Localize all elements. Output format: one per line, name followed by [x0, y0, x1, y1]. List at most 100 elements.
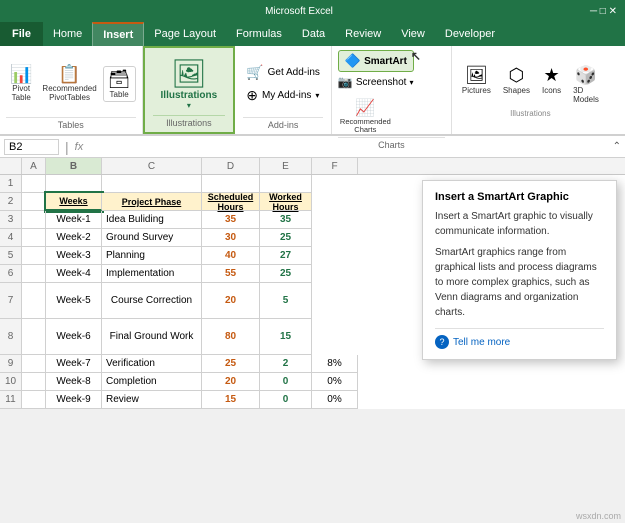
cell-A7[interactable]: [22, 283, 46, 319]
cell-E5[interactable]: 27: [260, 247, 312, 265]
cell-B2-weeks[interactable]: Weeks: [46, 193, 102, 211]
cell-B11[interactable]: Week-8: [46, 373, 102, 391]
3d-models-button[interactable]: 🎲 3DModels: [569, 63, 603, 106]
cell-F10[interactable]: 8%: [312, 355, 358, 373]
cell-E6[interactable]: 25: [260, 265, 312, 283]
cell-A2[interactable]: [22, 193, 46, 211]
formula-expand[interactable]: ⌃: [613, 141, 621, 152]
tab-view[interactable]: View: [391, 22, 435, 46]
my-addins-button[interactable]: ⊕ My Add-ins ▾: [243, 85, 323, 106]
cell-C3[interactable]: Idea Buliding: [102, 211, 202, 229]
cell-A12[interactable]: [22, 391, 46, 409]
cell-E4[interactable]: 25: [260, 229, 312, 247]
pictures-button[interactable]: 🖼 Pictures: [458, 63, 495, 106]
cell-B6[interactable]: Week-4: [46, 265, 102, 283]
cell-E1[interactable]: [260, 175, 312, 193]
cell-D11[interactable]: 20: [202, 373, 260, 391]
ribbon-group-illustrations: 🖼 Illustrations ▾ Illustrations: [143, 46, 236, 134]
cell-B3[interactable]: Week-1: [46, 211, 102, 229]
cell-E7[interactable]: 5: [260, 283, 312, 319]
cell-D7[interactable]: 20: [202, 283, 260, 319]
cell-B4[interactable]: Week-2: [46, 229, 102, 247]
cell-E12[interactable]: 0: [260, 391, 312, 409]
cell-E11[interactable]: 0: [260, 373, 312, 391]
cell-A9[interactable]: [22, 319, 46, 355]
column-headers: A B C D E F: [0, 158, 625, 175]
cell-D3[interactable]: 35: [202, 211, 260, 229]
cell-A10[interactable]: [22, 355, 46, 373]
cell-A6[interactable]: [22, 265, 46, 283]
smartart-tooltip: Insert a SmartArt Graphic Insert a Smart…: [422, 180, 617, 360]
cell-D5[interactable]: 40: [202, 247, 260, 265]
cell-C9[interactable]: Final Ground Work: [102, 319, 202, 355]
icons-button[interactable]: ★ Icons: [538, 63, 565, 106]
tooltip-title: Insert a SmartArt Graphic: [435, 191, 604, 203]
ribbon-group-addins: 🛒 Get Add-ins ⊕ My Add-ins ▾ Add-ins: [235, 46, 332, 134]
row-num-11: 10: [0, 373, 22, 391]
cell-C7[interactable]: Course Correction: [102, 283, 202, 319]
cell-A11[interactable]: [22, 373, 46, 391]
row-num-10: 9: [0, 355, 22, 373]
tab-insert[interactable]: Insert: [92, 22, 144, 46]
smartart-button[interactable]: 🔷 SmartArt ↖: [338, 50, 414, 72]
cell-C6[interactable]: Implementation: [102, 265, 202, 283]
cell-C11[interactable]: Completion: [102, 373, 202, 391]
file-tab[interactable]: File: [0, 22, 43, 46]
tab-pagelayout[interactable]: Page Layout: [144, 22, 226, 46]
cell-D1[interactable]: [202, 175, 260, 193]
tab-home[interactable]: Home: [43, 22, 92, 46]
col-header-D: D: [202, 158, 260, 174]
cell-C4[interactable]: Ground Survey: [102, 229, 202, 247]
cell-D9[interactable]: 80: [202, 319, 260, 355]
cell-C1[interactable]: [102, 175, 202, 193]
tab-formulas[interactable]: Formulas: [226, 22, 292, 46]
recommended-charts-button[interactable]: 📈 RecommendedCharts: [338, 96, 393, 137]
charts-group-label: Charts: [338, 137, 445, 150]
cell-E9[interactable]: 15: [260, 319, 312, 355]
tab-developer[interactable]: Developer: [435, 22, 505, 46]
cell-D2-scheduled[interactable]: Scheduled Hours: [202, 193, 260, 211]
fx-label: fx: [75, 141, 84, 153]
cell-B10[interactable]: Week-7: [46, 355, 102, 373]
table-button[interactable]: 🗃 Table: [103, 66, 136, 102]
cell-A5[interactable]: [22, 247, 46, 265]
col-header-F: F: [312, 158, 358, 174]
cell-F12[interactable]: 0%: [312, 391, 358, 409]
cell-B5[interactable]: Week-3: [46, 247, 102, 265]
cell-A3[interactable]: [22, 211, 46, 229]
ribbon-group-charts: 🔷 SmartArt ↖ 📷 Screenshot ▾ 📈 Recommende…: [332, 46, 452, 134]
cell-C10[interactable]: Verification: [102, 355, 202, 373]
recommended-pivottables-button[interactable]: 📋 RecommendedPivotTables: [38, 62, 100, 105]
tab-data[interactable]: Data: [292, 22, 335, 46]
cell-D6[interactable]: 55: [202, 265, 260, 283]
menu-bar: File Home Insert Page Layout Formulas Da…: [0, 22, 625, 46]
cell-B12[interactable]: Week-9: [46, 391, 102, 409]
row-num-12: 11: [0, 391, 22, 409]
illustrations-button[interactable]: 🖼 Illustrations ▾: [153, 53, 226, 114]
cell-C2-phase[interactable]: Project Phase: [102, 193, 202, 211]
tab-review[interactable]: Review: [335, 22, 391, 46]
shapes-button[interactable]: ⬡ Shapes: [499, 63, 534, 106]
cell-B9[interactable]: Week-6: [46, 319, 102, 355]
cell-A4[interactable]: [22, 229, 46, 247]
cell-C12[interactable]: Review: [102, 391, 202, 409]
cell-E10[interactable]: 2: [260, 355, 312, 373]
name-box[interactable]: [4, 139, 59, 155]
screenshot-button[interactable]: Screenshot: [356, 77, 407, 88]
pivot-table-button[interactable]: 📊 PivotTable: [6, 62, 36, 105]
cell-E3[interactable]: 35: [260, 211, 312, 229]
cell-D10[interactable]: 25: [202, 355, 260, 373]
cell-C5[interactable]: Planning: [102, 247, 202, 265]
cell-E2-worked[interactable]: Worked Hours: [260, 193, 312, 211]
cell-B1[interactable]: [46, 175, 102, 193]
cell-D12[interactable]: 15: [202, 391, 260, 409]
table-row: 11 Week-9 Review 15 0 0%: [0, 391, 625, 409]
cell-A1[interactable]: [22, 175, 46, 193]
formula-bar: | fx ⌃: [0, 136, 625, 158]
cell-F11[interactable]: 0%: [312, 373, 358, 391]
get-addins-button[interactable]: 🛒 Get Add-ins: [243, 62, 323, 83]
row-num-5: 5: [0, 247, 22, 265]
tooltip-tell-more-link[interactable]: ? Tell me more: [435, 328, 604, 349]
cell-B7[interactable]: Week-5: [46, 283, 102, 319]
cell-D4[interactable]: 30: [202, 229, 260, 247]
